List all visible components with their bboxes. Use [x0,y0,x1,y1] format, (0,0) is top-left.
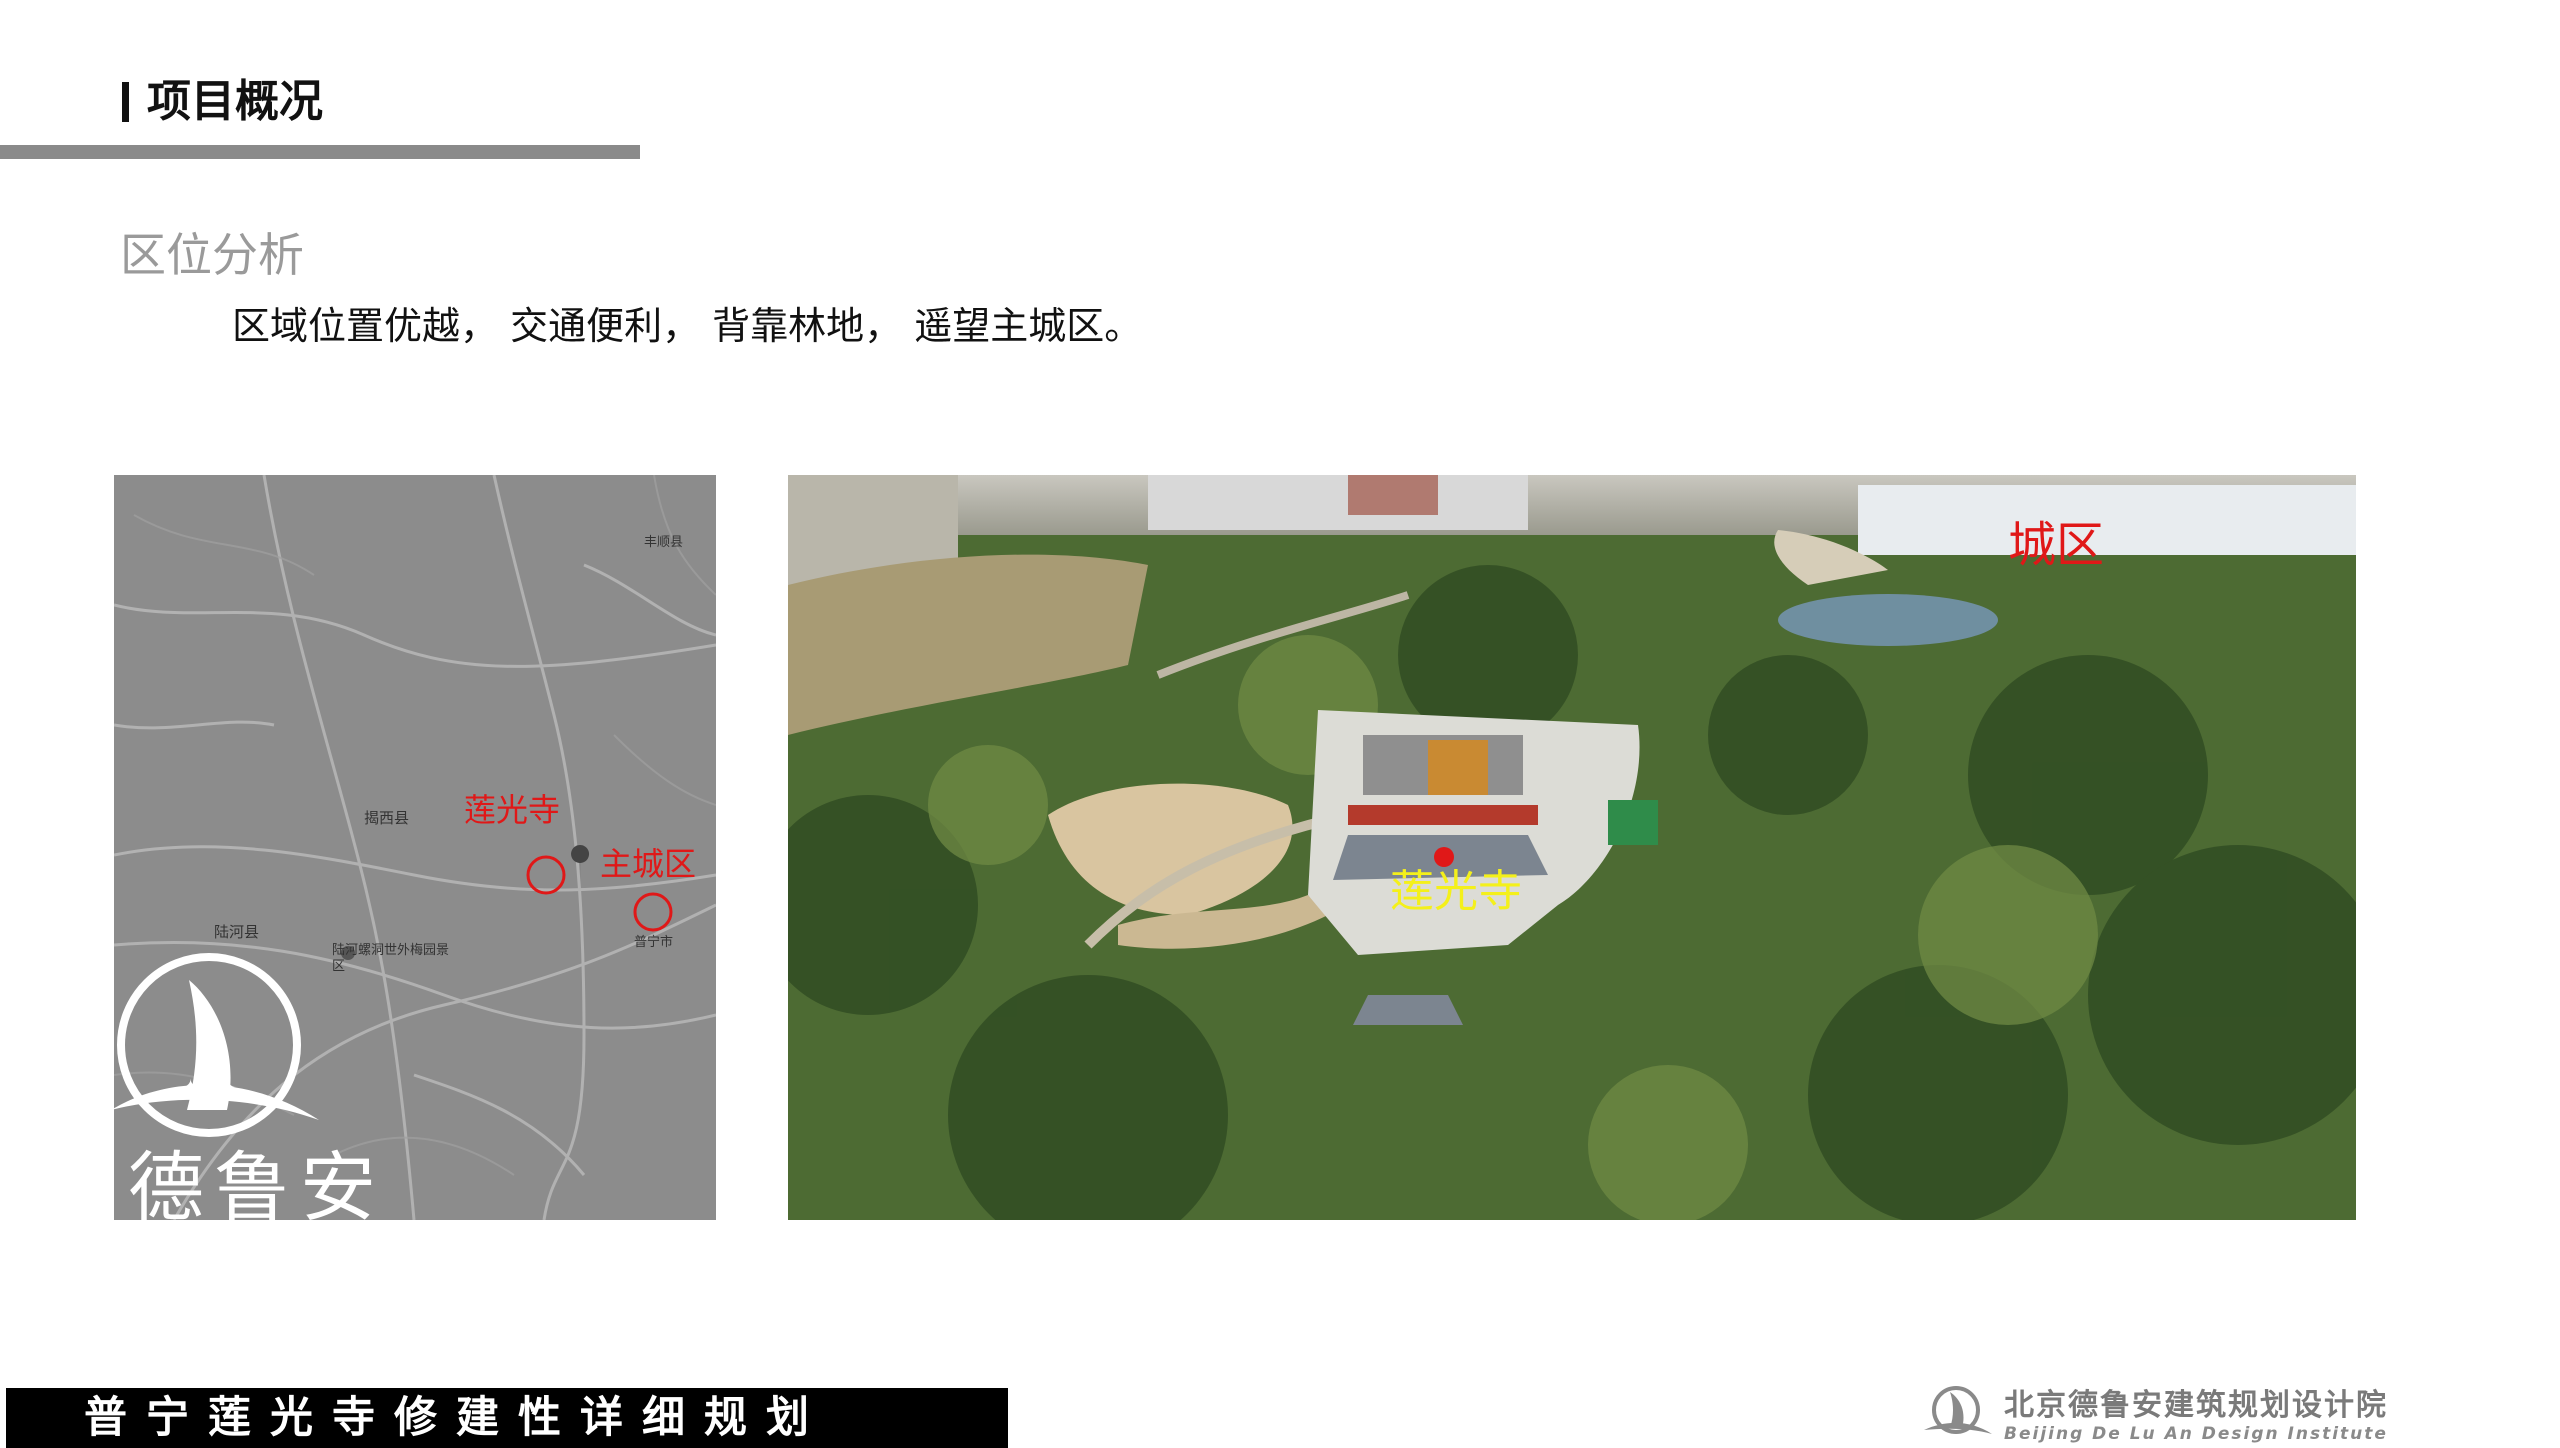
section-subtitle: 区位分析 [120,228,304,282]
map-label-luhe: 陆河县 [214,923,260,941]
company-logo-icon: ✦✦✦ [114,953,319,1137]
map-label-jiexi: 揭西县 [364,809,410,827]
org-name-english: Beijing De Lu An Design Institute [2004,1424,2388,1444]
org-name-chinese: 北京德鲁安建筑规划设计院 [2004,1388,2388,1423]
map-label-temple: 莲光寺 [464,791,561,829]
city-marker-circle [633,892,673,932]
aerial-photo: 城区 莲光寺 [788,475,2356,1220]
temple-marker-circle [526,855,566,895]
title-accent-bar [122,82,129,122]
footer-project-name: 普宁莲光寺修建性详细规划 [84,1393,828,1443]
map-label-fengshun: 丰顺县 [644,535,684,550]
temple-main-hall [1428,740,1488,795]
page-title: 项目概况 [147,76,323,127]
company-logo-text: 德鲁安 [128,1143,386,1220]
aerial-photo-illustration [788,475,2356,1220]
map-label-puning: 普宁市 [634,935,674,950]
svg-text:✦✦✦: ✦✦✦ [181,1076,236,1101]
title-underline [0,145,640,159]
org-logo-icon [1924,1386,1992,1434]
photo-label-temple: 莲光寺 [1390,866,1522,917]
map-label-scenic: 陆河螺洞世外梅园景区 [332,943,450,974]
photo-label-city: 城区 [2008,517,2105,573]
location-map: ✦✦✦ 莲光寺 主城区 揭西县 陆河县 丰顺县 普宁市 陆河螺洞世外梅园景区 德… [114,475,716,1220]
map-label-main-city: 主城区 [600,845,697,883]
section-description: 区域位置优越， 交通便利， 背靠林地， 遥望主城区。 [232,304,1143,348]
